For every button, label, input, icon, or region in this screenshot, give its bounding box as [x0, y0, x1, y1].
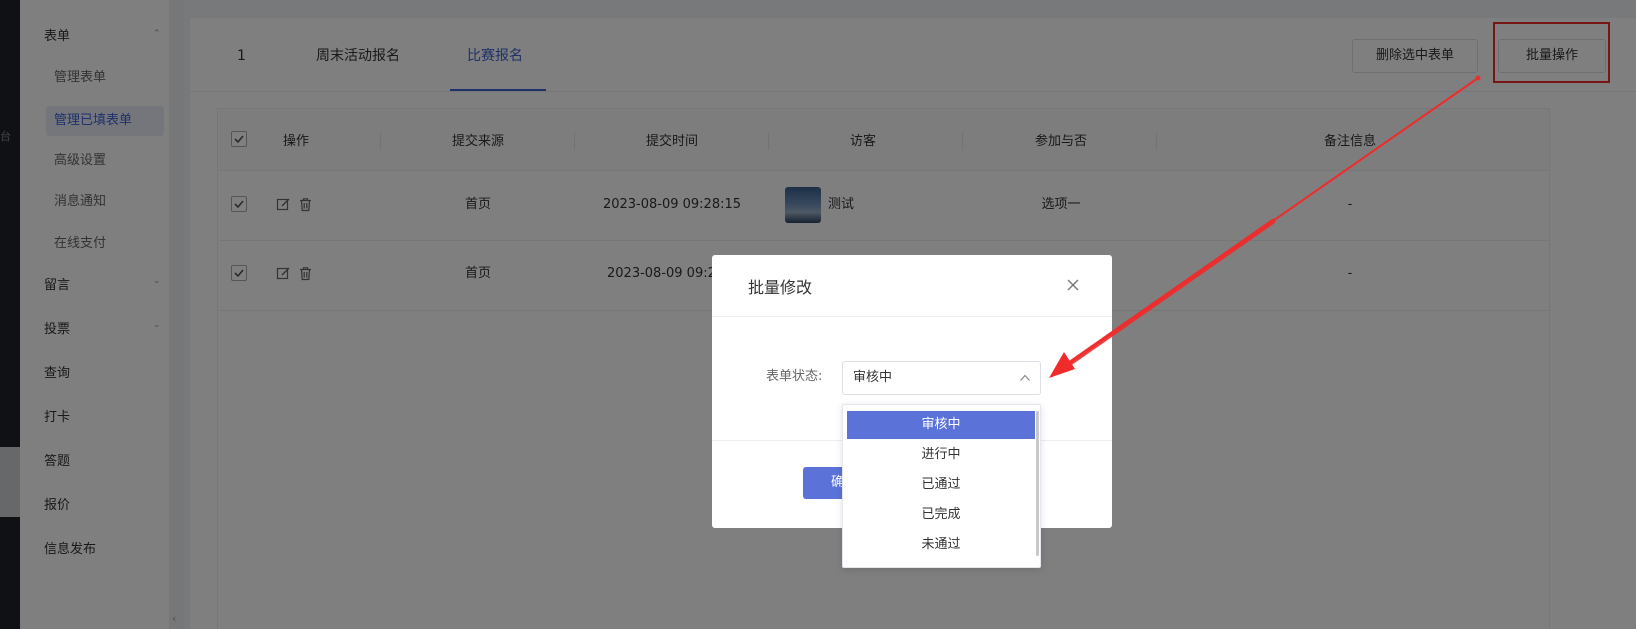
annotation-arrow: [1049, 75, 1481, 378]
